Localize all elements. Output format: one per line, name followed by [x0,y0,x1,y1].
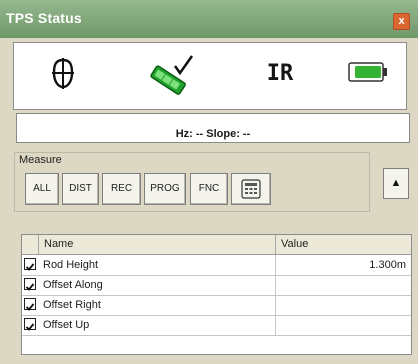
header-corner [22,235,39,254]
row-value[interactable] [277,295,411,315]
row-name: Offset Right [39,295,276,315]
angle-readout: Hz: -- Slope: -- [16,113,410,143]
table-row[interactable]: Offset Up [22,315,411,336]
table-row[interactable]: Offset Along [22,275,411,296]
table-header: Name Value [22,235,411,255]
row-name: Offset Along [39,275,276,295]
reflector-target-icon[interactable] [140,53,202,97]
title-bar[interactable]: TPS Status x [0,0,418,38]
column-header-value[interactable]: Value [277,235,411,254]
keypad-button[interactable] [231,173,271,205]
keypad-icon [241,179,261,199]
status-icon-panel: IR [13,42,407,110]
measure-fnc-button[interactable]: FNC [190,173,228,205]
row-value[interactable] [277,275,411,295]
measure-prog-button[interactable]: PROG [144,173,186,205]
table-row[interactable]: Offset Right [22,295,411,316]
ir-label: IR [266,61,294,86]
row-checkbox[interactable] [24,258,36,271]
check-icon [25,283,35,291]
row-checkbox[interactable] [24,278,36,291]
check-icon [25,303,35,311]
check-icon [25,323,35,331]
row-value[interactable]: 1.300m [277,255,411,275]
row-checkbox[interactable] [24,298,36,311]
measure-dist-button[interactable]: DIST [62,173,99,205]
scroll-up-button[interactable]: ▲ [383,168,409,199]
measure-rec-button[interactable]: REC [102,173,141,205]
window-title: TPS Status [6,10,82,26]
row-name: Rod Height [39,255,276,275]
row-value[interactable] [277,315,411,335]
battery-icon [346,53,390,97]
measure-label: Measure [19,154,62,166]
crosshair-prism-icon[interactable] [38,53,88,97]
tps-status-window: TPS Status x IR Hz: -- Slope: -- Measure… [0,0,418,364]
row-name: Offset Up [39,315,276,335]
ir-mode-indicator[interactable]: IR [250,53,310,97]
row-checkbox[interactable] [24,318,36,331]
table-row[interactable]: Rod Height 1.300m [22,255,411,276]
measure-all-button[interactable]: ALL [25,173,59,205]
check-icon [25,263,35,271]
measure-group: Measure ALL DIST REC PROG FNC [14,152,370,212]
hz-slope-text: Hz: -- Slope: -- [175,128,251,140]
column-header-name[interactable]: Name [39,235,276,254]
status-table: Name Value Rod Height 1.300m Offset Alon… [21,234,412,355]
close-button[interactable]: x [393,13,410,30]
